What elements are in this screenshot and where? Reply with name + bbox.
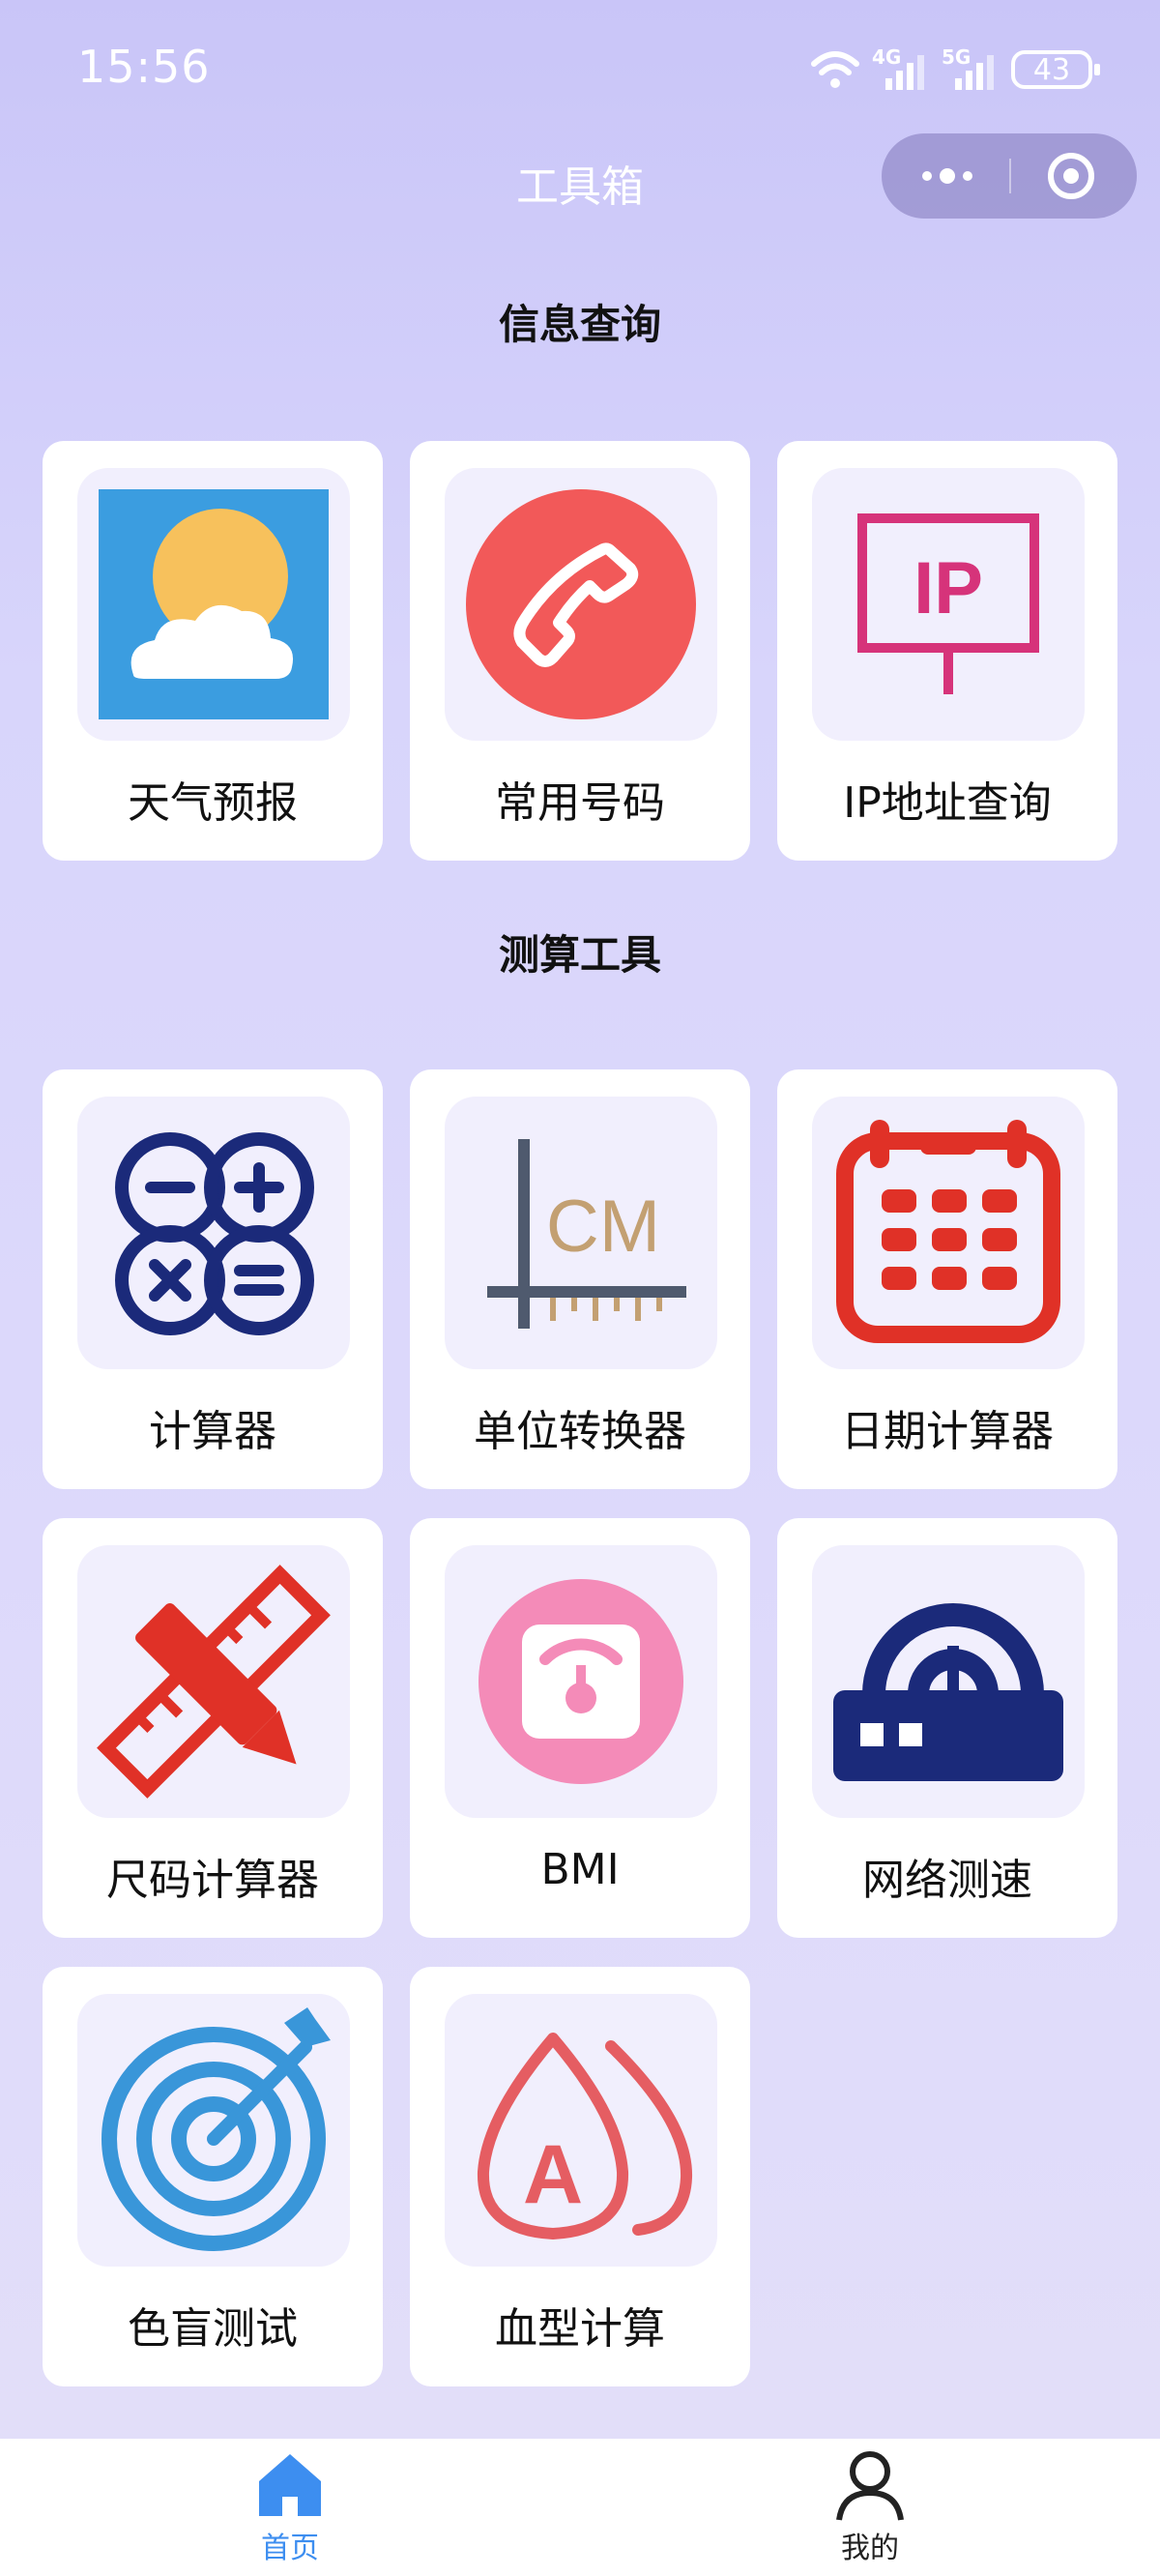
tool-label: 色盲测试 (128, 2304, 298, 2354)
tool-label: 天气预报 (128, 778, 298, 828)
target-icon (77, 1994, 350, 2267)
weather-icon (77, 468, 350, 741)
tab-label: 我的 (841, 2532, 899, 2565)
section-title-tools: 测算工具 (498, 931, 661, 979)
tab-bar: 首页 我的 (0, 2439, 1160, 2576)
wifi-icon (811, 51, 859, 88)
tab-home[interactable]: 首页 (0, 2439, 580, 2576)
ruler-cm-icon: CM (445, 1097, 717, 1369)
tool-label: 日期计算器 (841, 1407, 1054, 1456)
tool-card-weather[interactable]: 天气预报 (43, 441, 383, 861)
tool-label: 计算器 (149, 1407, 276, 1456)
tool-card-blood-type[interactable]: A 血型计算 (410, 1967, 750, 2386)
svg-text:A: A (523, 2128, 583, 2221)
phone-icon (445, 468, 717, 741)
close-miniprogram-icon[interactable] (1048, 153, 1094, 199)
status-bar: 15:56 4G 5G 43 (0, 0, 1160, 135)
battery-icon: 43 (1011, 50, 1100, 89)
ip-sign-icon: IP (812, 468, 1085, 741)
tool-card-size-calculator[interactable]: 尺码计算器 (43, 1518, 383, 1938)
calendar-icon (812, 1097, 1085, 1369)
tool-card-bmi[interactable]: BMI (410, 1518, 750, 1938)
mini-program-capsule (882, 133, 1137, 219)
signal-5g-icon: 5G (942, 45, 1000, 94)
tool-label: 单位转换器 (474, 1407, 686, 1456)
tool-label: 常用号码 (495, 778, 665, 828)
tool-card-color-blind-test[interactable]: 色盲测试 (43, 1967, 383, 2386)
section-title-info: 信息查询 (498, 301, 661, 348)
more-menu-icon[interactable] (913, 133, 982, 219)
capsule-divider (1009, 159, 1011, 193)
svg-text:IP: IP (914, 547, 983, 629)
tool-card-date-calculator[interactable]: 日期计算器 (777, 1069, 1117, 1489)
tool-card-ip[interactable]: IP IP地址查询 (777, 441, 1117, 861)
status-time: 15:56 (77, 41, 211, 93)
status-icons: 4G 5G 43 (810, 43, 1100, 97)
home-icon (259, 2454, 321, 2516)
blood-drop-icon: A (445, 1994, 717, 2267)
user-icon (836, 2451, 904, 2521)
tool-label: BMI (540, 1845, 620, 1894)
tab-mine[interactable]: 我的 (580, 2439, 1160, 2576)
calculator-icon (77, 1097, 350, 1369)
tool-label: IP地址查询 (843, 778, 1052, 828)
tool-card-calculator[interactable]: 计算器 (43, 1069, 383, 1489)
scale-icon (445, 1545, 717, 1818)
tool-card-speed-test[interactable]: 网络测速 (777, 1518, 1117, 1938)
tool-card-unit-converter[interactable]: CM 单位转换器 (410, 1069, 750, 1489)
svg-text:CM: CM (546, 1186, 660, 1268)
router-icon (812, 1545, 1085, 1818)
tab-label: 首页 (261, 2532, 319, 2565)
tool-label: 尺码计算器 (106, 1856, 319, 1905)
tool-label: 网络测速 (862, 1856, 1032, 1905)
pencil-ruler-icon (77, 1545, 350, 1818)
tool-card-phone[interactable]: 常用号码 (410, 441, 750, 861)
signal-4g-icon: 4G (872, 45, 930, 94)
tool-label: 血型计算 (495, 2304, 665, 2354)
